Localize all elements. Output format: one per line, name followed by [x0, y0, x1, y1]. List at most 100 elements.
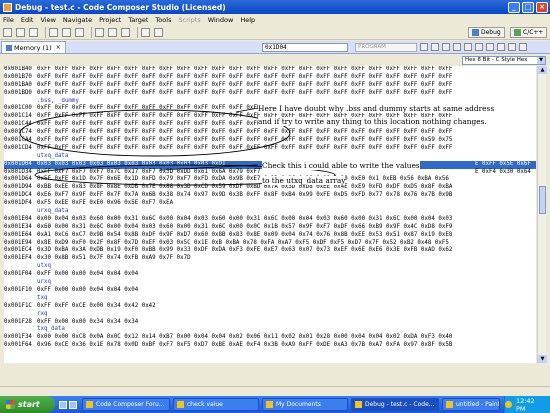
menu-icon[interactable]	[486, 43, 494, 51]
memory-bytes[interactable]: 0xFF 0xFF 0xFF 0xFF 0xFF 0xFF 0xFF 0xFF …	[37, 66, 452, 72]
memory-row[interactable]: 0x001DC4 0xE6 0xF7 0x9F 0xFF 0x7F 0x7A 0x…	[4, 192, 536, 200]
task-check-value[interactable]: check value	[173, 398, 259, 411]
tray-icon[interactable]	[505, 401, 512, 408]
memory-bytes[interactable]: 0xBB 0xEE 0x83 0x8F 0x8E 0xDB 0x7E 0x88 …	[37, 184, 452, 190]
format-select[interactable]: Hex 8 Bit - C Style Hex ▼	[462, 56, 546, 65]
forward-icon[interactable]	[154, 27, 163, 37]
memory-row[interactable]: 0x001E94 0x8E 0xD9 0xF0 0x2F 0x8F 0x7D 0x…	[4, 240, 536, 248]
scroll-up-icon[interactable]: ▲	[538, 66, 547, 74]
new-icon[interactable]	[3, 27, 12, 37]
connect-icon[interactable]	[49, 27, 58, 37]
refresh-icon[interactable]	[121, 27, 130, 37]
memory-label-row[interactable]: utxq_data	[4, 153, 536, 161]
menu-scripts[interactable]: Scripts	[178, 16, 200, 24]
memory-bytes[interactable]: 0xF5 0xEE 0xFE 0xE0 0x96 0x5E 0xF7 0xEA	[37, 200, 173, 206]
memory-bytes[interactable]: 0xFF 0x00 0x00 0x04 0x04 0x04	[37, 271, 138, 277]
menu-target[interactable]: Target	[128, 16, 148, 24]
vertical-scrollbar[interactable]: ▲ ▼	[537, 66, 547, 363]
minimize-button[interactable]: _	[508, 1, 520, 13]
memory-label-row[interactable]: urxq_data	[4, 208, 536, 216]
import-icon[interactable]	[442, 43, 450, 51]
page-select[interactable]: PROGRAM	[355, 43, 417, 52]
memory-bytes[interactable]: 0xFF 0x00 0x00 0x04 0x04 0x04	[37, 287, 138, 293]
memory-label-row[interactable]: utxq	[4, 263, 536, 271]
debug-icon[interactable]	[75, 27, 84, 37]
memory-row[interactable]: 0x001B70 0xFF 0xFF 0xFF 0xFF 0xFF 0xFF 0x…	[4, 74, 536, 82]
pin-icon[interactable]	[464, 43, 472, 51]
tab-memory[interactable]: Memory (1) ×	[1, 41, 66, 53]
build-icon[interactable]	[108, 27, 117, 37]
memory-bytes-tail[interactable]: E 0xFF 0x5E 0x6F	[475, 161, 531, 169]
memory-row[interactable]: 0x001CA4 0xFF 0xFF 0xFF 0xFF 0xFF 0xFF 0x…	[4, 137, 536, 145]
browser-icon[interactable]	[59, 400, 67, 409]
maximize-button[interactable]: □	[522, 1, 534, 13]
memory-row[interactable]: 0x001B40 0xFF 0xFF 0xFF 0xFF 0xFF 0xFF 0x…	[4, 66, 536, 74]
memory-row[interactable]: 0x001E64 0xA1 0xC6 0xC7 0x9B 0x54 0x8B 0x…	[4, 232, 536, 240]
search-icon[interactable]	[95, 27, 104, 37]
memory-row[interactable]: 0x001DF4 0xF5 0xEE 0xFE 0xE0 0x96 0x5E 0x…	[4, 200, 536, 208]
save-icon[interactable]	[16, 27, 25, 37]
memory-bytes[interactable]: 0xFF 0xFF 0xFF 0xFF 0xFF 0xFF 0xFF 0xFF …	[37, 82, 452, 88]
start-button[interactable]: start	[0, 396, 55, 413]
memory-bytes[interactable]: 0x96 0xCE 0x36 0x1E 0x78 0x0D 0xBF 0xF7 …	[37, 342, 452, 348]
memory-bytes-tail[interactable]: E 0xF4 0x30 0x64	[475, 169, 531, 177]
memory-bytes[interactable]: 0xFF 0xFF 0xCE 0x00 0x34 0x42 0x42	[37, 303, 156, 309]
memory-row[interactable]: 0x001E34 0x60 0x00 0x31 0x6C 0x00 0x04 0x…	[4, 224, 536, 232]
memory-label-row[interactable]: urxq	[4, 279, 536, 287]
memory-bytes[interactable]: 0x00 0x00 0xC8 0x0A 0x0C 0x12 0x14 0xB7 …	[37, 334, 452, 340]
desktop-icon[interactable]	[69, 400, 77, 409]
memory-bytes[interactable]: 0xFF 0xFF 0xFF 0xFF 0xFF 0xFF 0xFF 0xFF …	[37, 74, 452, 80]
memory-bytes[interactable]: 0xFF 0xF7 0xF7 0xF7 0x7C 0x17 0xF7 0x3D …	[37, 169, 260, 175]
memory-label-row[interactable]: txq_data	[4, 326, 536, 334]
print-icon[interactable]	[29, 27, 38, 37]
link-icon[interactable]	[420, 43, 428, 51]
back-icon[interactable]	[141, 27, 150, 37]
menu-tools[interactable]: Tools	[155, 16, 171, 24]
address-input[interactable]: 0x1D04	[262, 43, 348, 52]
memory-bytes[interactable]: 0xFF 0xFF 0xFF 0xFF 0xFF 0xFF 0xFF 0xFF …	[37, 90, 452, 96]
memory-row[interactable]: 0x001C74 0xFF 0xFF 0xFF 0xFF 0xFF 0xFF 0x…	[4, 129, 536, 137]
memory-row[interactable]: 0x001D94 0xBB 0xEE 0x83 0x8F 0x8E 0xDB 0x…	[4, 184, 536, 192]
memory-row[interactable]: 0x001EC4 0x3D 0xBA 0x3A 0xDB 0x19 0xF0 0x…	[4, 247, 536, 255]
memory-bytes[interactable]: 0xFF 0x00 0x00 0x34 0x34 0x34	[37, 319, 138, 325]
memory-label-row[interactable]: txq	[4, 295, 536, 303]
run-icon[interactable]	[62, 27, 71, 37]
perspective-cpp-button[interactable]: C/C++	[510, 27, 548, 38]
memory-bytes[interactable]: 0xFF 0xFF 0xFF 0xFF 0xFF 0xFF 0xFF 0xFF …	[37, 129, 452, 135]
memory-bytes[interactable]: 0xA1 0xC6 0xC7 0x9B 0x54 0x8B 0xDF 0x9F …	[37, 232, 452, 238]
memory-row[interactable]: 0x001F10 0xFF 0x00 0x00 0x04 0x04 0x04	[4, 287, 536, 295]
menu-window[interactable]: Window	[208, 16, 234, 24]
memory-bytes[interactable]: 0x8E 0xD9 0xF0 0x2F 0x8F 0x7D 0xEF 0x03 …	[37, 240, 449, 246]
memory-bytes[interactable]: 0x03 0x03 0x03 0x03 0x03 0x03 0x03 0x03 …	[37, 161, 225, 167]
memory-label-row[interactable]: rxq	[4, 311, 536, 319]
export-icon[interactable]	[453, 43, 461, 51]
maximize-view-icon[interactable]	[508, 43, 516, 51]
memory-bytes[interactable]: 0x60 0x00 0x31 0x6C 0x00 0x04 0x03 0x60 …	[37, 224, 452, 230]
scroll-down-icon[interactable]: ▼	[538, 355, 547, 363]
close-tab-icon[interactable]: ×	[56, 44, 61, 51]
memory-row[interactable]: 0x001F34 0x00 0x00 0xC8 0x0A 0x0C 0x12 0x…	[4, 334, 536, 342]
task-my-documents[interactable]: My Documents	[262, 398, 348, 411]
task-code-composer-forum[interactable]: Code Composer Foru...	[82, 398, 170, 411]
task-debug-code-composer[interactable]: Debug - test.c - Code...	[351, 398, 439, 411]
scroll-thumb[interactable]	[539, 186, 546, 214]
menu-project[interactable]: Project	[99, 16, 121, 24]
menu-edit[interactable]: Edit	[21, 16, 34, 24]
memory-row[interactable]: 0x001F1C 0xFF 0xFF 0xCE 0x00 0x34 0x42 0x…	[4, 303, 536, 311]
memory-bytes[interactable]: 0xFF 0xFF 0xFF 0xFF 0xFF 0xFF 0xFF 0xFF …	[37, 145, 452, 151]
memory-row[interactable]: 0x001F28 0xFF 0x00 0x00 0x34 0x34 0x34	[4, 319, 536, 327]
memory-row[interactable]: 0x001CD4 0xFF 0xFF 0xFF 0xFF 0xFF 0xFF 0x…	[4, 145, 536, 153]
memory-bytes[interactable]: 0x00 0x04 0x03 0x60 0x00 0x31 0x6C 0x00 …	[37, 216, 452, 222]
memory-row[interactable]: 0x001EF4 0x30 0x8B 0x51 0x7F 0x74 0xFB 0x…	[4, 255, 536, 263]
memory-bytes[interactable]: 0x5F 0xFE 0x1D 0x7F 0x6E 0x1D 0xFD 0x79 …	[37, 176, 449, 182]
memory-row[interactable]: 0x001E04 0x00 0x04 0x03 0x60 0x00 0x31 0x…	[4, 216, 536, 224]
memory-bytes[interactable]: 0x30 0x8B 0x51 0x7F 0x74 0xFB 0xA9 0x7F …	[37, 255, 191, 261]
menu-help[interactable]: Help	[240, 16, 255, 24]
memory-bytes[interactable]: 0x3D 0xBA 0x3A 0xDB 0x19 0xF0 0xBB 0x99 …	[37, 247, 452, 253]
new-view-icon[interactable]	[475, 43, 483, 51]
task-paint[interactable]: untitled - Paint	[442, 398, 500, 411]
memory-row[interactable]: 0x001BD0 0xFF 0xFF 0xFF 0xFF 0xFF 0xFF 0x…	[4, 90, 536, 98]
memory-row[interactable]: 0x001F04 0xFF 0x00 0x00 0x04 0x04 0x04	[4, 271, 536, 279]
memory-row[interactable]: 0x001BA0 0xFF 0xFF 0xFF 0xFF 0xFF 0xFF 0x…	[4, 82, 536, 90]
menu-navigate[interactable]: Navigate	[63, 16, 92, 24]
